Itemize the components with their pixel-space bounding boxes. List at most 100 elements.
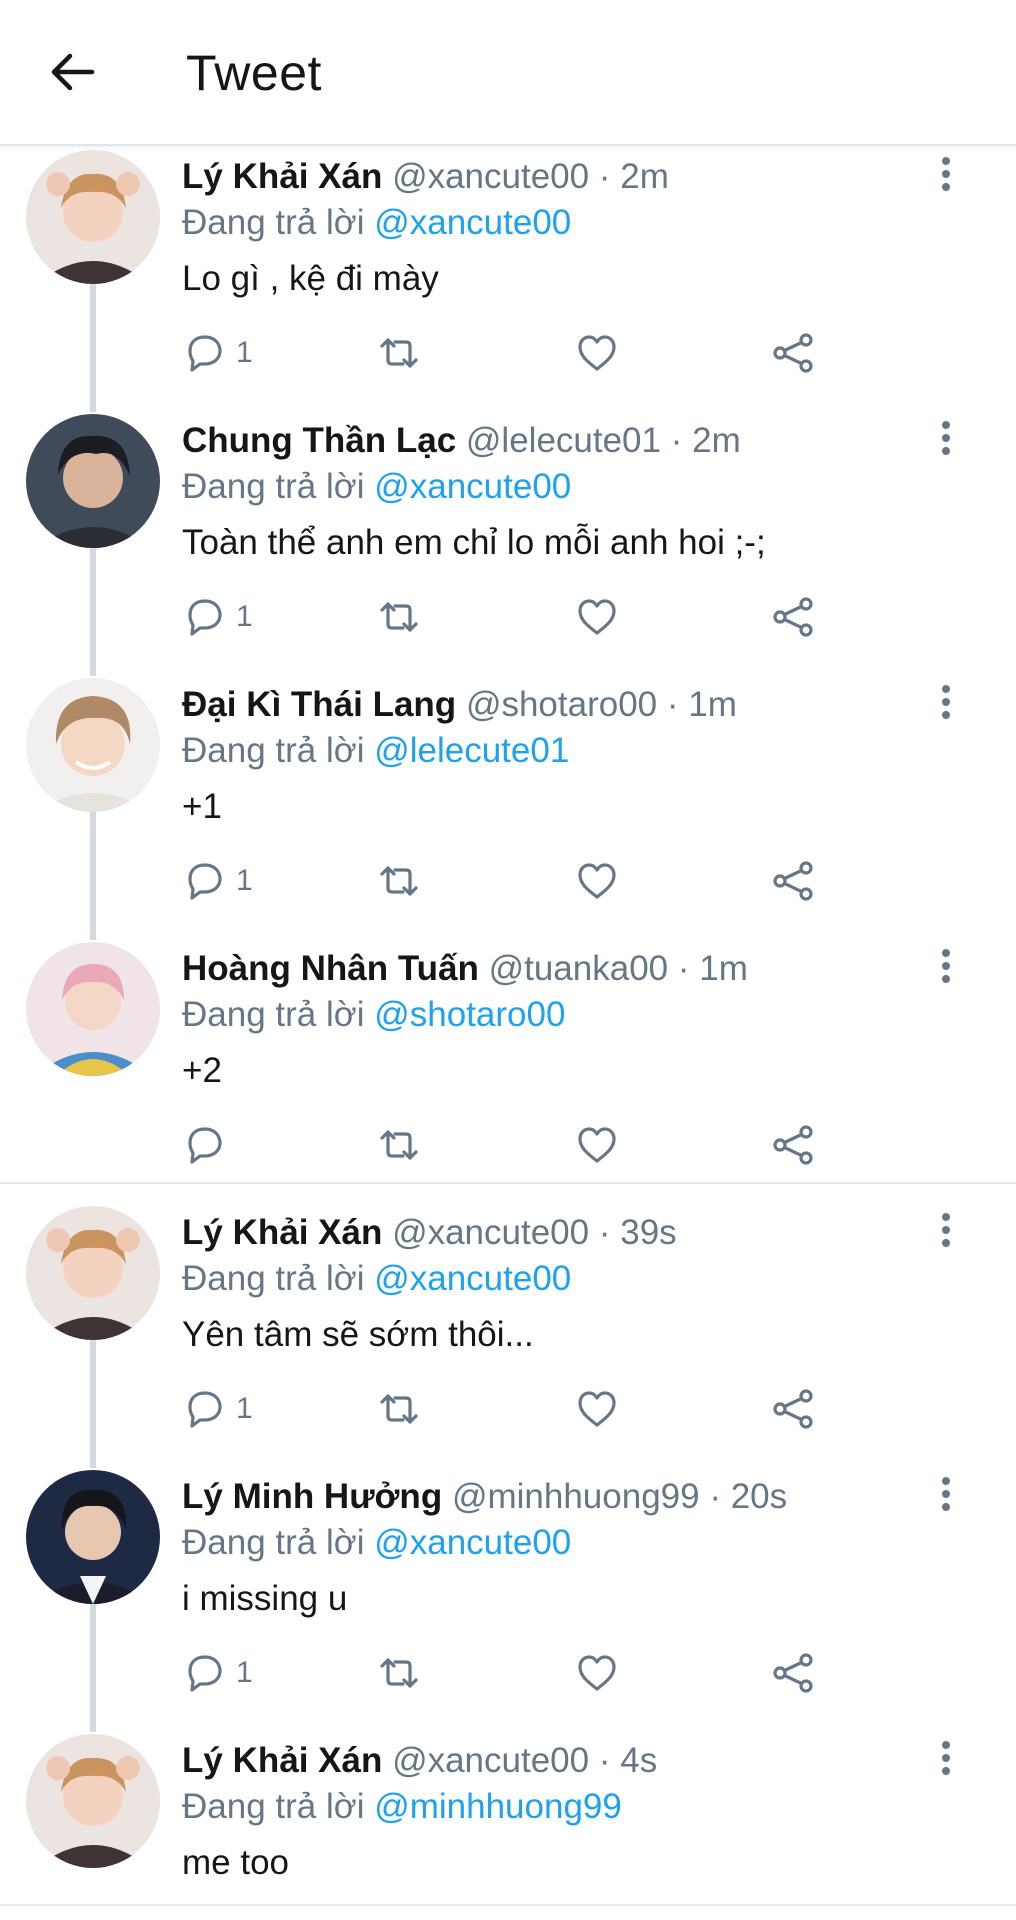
avatar[interactable] — [26, 414, 160, 548]
author-handle[interactable]: @lelecute01 — [466, 421, 661, 460]
avatar[interactable] — [26, 942, 160, 1076]
replying-to: Đang trả lời @minhhuong99 — [182, 1784, 622, 1830]
heart-icon — [578, 1127, 616, 1163]
mention-link[interactable]: @lelecute01 — [374, 731, 569, 770]
tweet-time: · 1m — [677, 949, 748, 988]
author-handle[interactable]: @xancute00 — [392, 157, 589, 196]
share-button[interactable] — [770, 592, 816, 642]
tweet-time: · 39s — [598, 1213, 677, 1252]
reply-button[interactable]: 1 — [182, 592, 253, 642]
avatar[interactable] — [26, 1734, 160, 1868]
mention-link[interactable]: @minhhuong99 — [374, 1787, 622, 1826]
author-name[interactable]: Chung Thần Lạc — [182, 421, 456, 460]
retweet-button[interactable] — [376, 856, 422, 906]
more-options-button[interactable] — [928, 946, 964, 986]
tweet-actions: 1 — [182, 856, 842, 906]
share-button[interactable] — [770, 1384, 816, 1434]
author-handle[interactable]: @xancute00 — [392, 1741, 589, 1780]
replying-to: Đang trả lời @xancute00 — [182, 1256, 571, 1302]
like-button[interactable] — [574, 856, 620, 906]
reply-button[interactable]: 1 — [182, 856, 253, 906]
replying-label: Đang trả lời — [182, 1523, 365, 1562]
tweet-text: i missing u — [182, 1579, 348, 1618]
share-button[interactable] — [770, 1120, 816, 1170]
avatar[interactable] — [26, 1470, 160, 1604]
more-options-button[interactable] — [928, 1474, 964, 1514]
tweet-text: +1 — [182, 787, 222, 826]
replying-to: Đang trả lời @xancute00 — [182, 200, 571, 246]
share-icon — [773, 333, 813, 373]
author-handle[interactable]: @shotaro00 — [466, 685, 657, 724]
avatar[interactable] — [26, 1206, 160, 1340]
replying-label: Đang trả lời — [182, 995, 365, 1034]
share-button[interactable] — [770, 1648, 816, 1698]
more-options-button[interactable] — [928, 682, 964, 722]
tweet-time: · 2m — [598, 157, 669, 196]
tweet-header: Đại Kì Thái Lang @shotaro00 · 1m — [182, 682, 737, 728]
tweet[interactable]: Lý Khải Xán @xancute00 · 2m Đang trả lời… — [0, 150, 1016, 410]
mention-link[interactable]: @xancute00 — [374, 1259, 571, 1298]
like-button[interactable] — [574, 592, 620, 642]
reply-button[interactable]: 1 — [182, 1648, 253, 1698]
author-name[interactable]: Lý Khải Xán — [182, 157, 382, 196]
like-button[interactable] — [574, 1384, 620, 1434]
tweet[interactable]: Lý Khải Xán @xancute00 · 4s Đang trả lời… — [0, 1734, 1016, 1904]
like-button[interactable] — [574, 1120, 620, 1170]
retweet-button[interactable] — [376, 1120, 422, 1170]
tweet-time: · 4s — [598, 1741, 658, 1780]
author-handle[interactable]: @tuanka00 — [489, 949, 669, 988]
author-name[interactable]: Lý Khải Xán — [182, 1741, 382, 1780]
tweet-actions: 1 — [182, 1384, 842, 1434]
author-name[interactable]: Lý Khải Xán — [182, 1213, 382, 1252]
back-button[interactable] — [44, 44, 100, 100]
arrow-left-icon — [51, 53, 95, 91]
like-button[interactable] — [574, 1648, 620, 1698]
share-icon — [773, 1653, 813, 1693]
reply-icon — [188, 599, 222, 636]
mention-link[interactable]: @shotaro00 — [374, 995, 565, 1034]
reply-button[interactable] — [182, 1120, 236, 1170]
share-button[interactable] — [770, 856, 816, 906]
retweet-icon — [380, 1130, 418, 1160]
author-name[interactable]: Lý Minh Hưởng — [182, 1477, 442, 1516]
tweet[interactable]: Hoàng Nhân Tuấn @tuanka00 · 1m Đang trả … — [0, 942, 1016, 1178]
tweet[interactable]: Đại Kì Thái Lang @shotaro00 · 1m Đang tr… — [0, 678, 1016, 938]
tweet[interactable]: Chung Thần Lạc @lelecute01 · 2m Đang trả… — [0, 414, 1016, 674]
author-handle[interactable]: @minhhuong99 — [452, 1477, 700, 1516]
mention-link[interactable]: @xancute00 — [374, 203, 571, 242]
reply-button[interactable]: 1 — [182, 328, 253, 378]
kebab-icon — [942, 1741, 950, 1775]
more-options-button[interactable] — [928, 418, 964, 458]
author-handle[interactable]: @xancute00 — [392, 1213, 589, 1252]
heart-icon — [578, 1655, 616, 1691]
retweet-button[interactable] — [376, 1648, 422, 1698]
mention-link[interactable]: @xancute00 — [374, 1523, 571, 1562]
avatar[interactable] — [26, 150, 160, 284]
like-button[interactable] — [574, 328, 620, 378]
share-icon — [773, 1389, 813, 1429]
tweet[interactable]: Lý Khải Xán @xancute00 · 39s Đang trả lờ… — [0, 1206, 1016, 1466]
tweet-header: Chung Thần Lạc @lelecute01 · 2m — [182, 418, 741, 464]
tweet-time: · 2m — [670, 421, 741, 460]
author-name[interactable]: Hoàng Nhân Tuấn — [182, 949, 479, 988]
tweet-text: Lo gì , kệ đi mày — [182, 259, 439, 298]
tweet-actions: 1 — [182, 1648, 842, 1698]
retweet-icon — [380, 338, 418, 368]
mention-link[interactable]: @xancute00 — [374, 467, 571, 506]
more-options-button[interactable] — [928, 1738, 964, 1778]
share-button[interactable] — [770, 328, 816, 378]
retweet-button[interactable] — [376, 592, 422, 642]
tweet-header: Lý Khải Xán @xancute00 · 2m — [182, 154, 669, 200]
more-options-button[interactable] — [928, 1210, 964, 1250]
reply-button[interactable]: 1 — [182, 1384, 253, 1434]
kebab-icon — [942, 949, 950, 983]
retweet-button[interactable] — [376, 1384, 422, 1434]
more-options-button[interactable] — [928, 154, 964, 194]
tweet[interactable]: Lý Minh Hưởng @minhhuong99 · 20s Đang tr… — [0, 1470, 1016, 1730]
avatar[interactable] — [26, 678, 160, 812]
replying-label: Đang trả lời — [182, 1259, 365, 1298]
reply-icon — [188, 1391, 222, 1428]
retweet-button[interactable] — [376, 328, 422, 378]
author-name[interactable]: Đại Kì Thái Lang — [182, 685, 456, 724]
tweet-header: Hoàng Nhân Tuấn @tuanka00 · 1m — [182, 946, 748, 992]
